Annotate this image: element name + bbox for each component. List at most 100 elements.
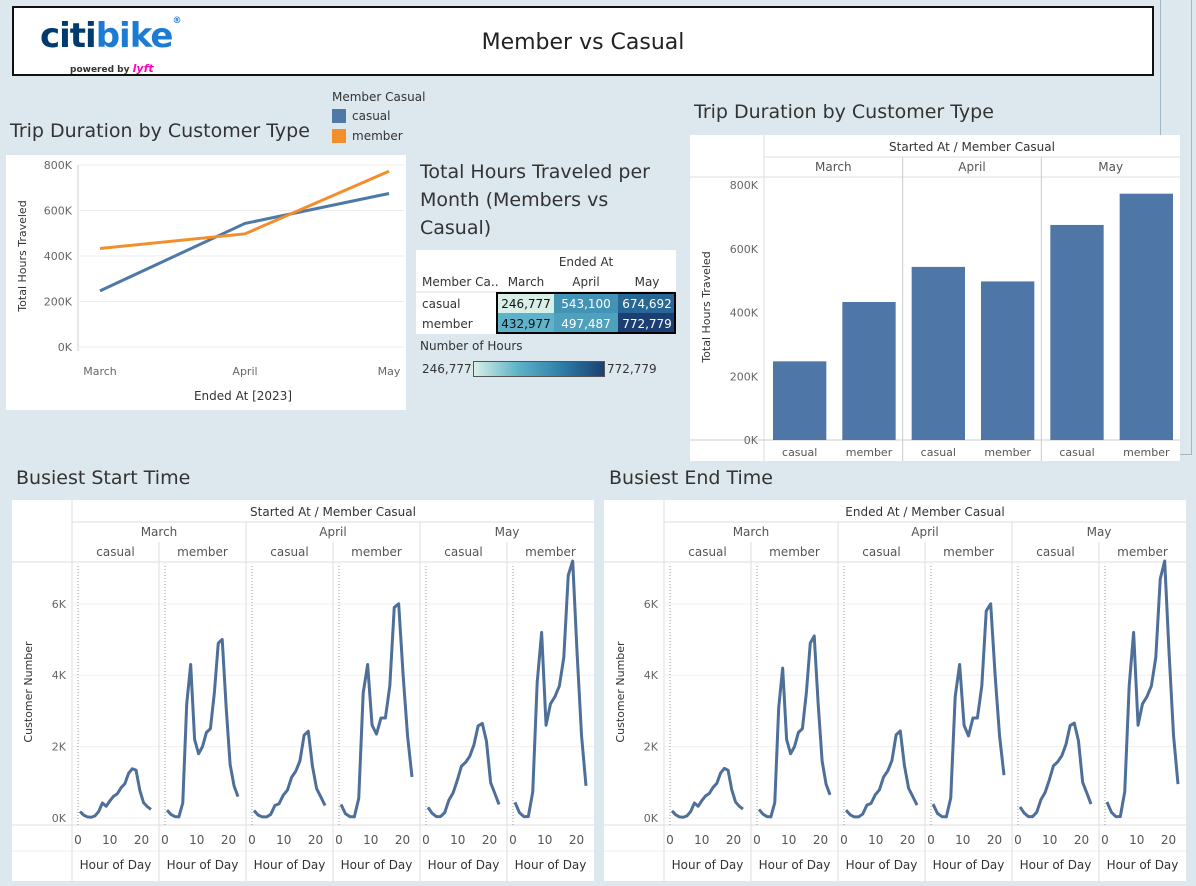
y-tick-label: 6K (644, 598, 659, 611)
x-tick-label: 20 (987, 833, 1002, 847)
x-axis-title: Hour of Day (933, 858, 1005, 872)
dashboard-title: Member vs Casual (481, 30, 685, 55)
category-label: member (984, 446, 1031, 459)
month-label: April (911, 525, 938, 539)
heat-row-label: casual (422, 297, 461, 311)
x-tick-label: 20 (308, 833, 323, 847)
x-tick-label: 20 (569, 833, 584, 847)
series-line-March-casual (78, 767, 152, 819)
dashboard-header: citibike® powered by lyft Member vs Casu… (12, 6, 1154, 76)
heat-column-header: Ended At (559, 255, 614, 269)
panel-type-label: casual (862, 545, 901, 559)
panel-type-label: member (177, 545, 228, 559)
start-time-chart[interactable]: Started At / Member Casual 0K 2K 4K 6K Custom… (12, 500, 594, 881)
y-tick-label: 4K (644, 669, 659, 682)
series-line-May-casual (1018, 721, 1093, 819)
powered-by-label: powered by (70, 65, 130, 75)
group-label: May (1098, 160, 1123, 174)
series-line-casual (99, 192, 390, 293)
category-label: member (1123, 446, 1170, 459)
panel-type-label: member (351, 545, 402, 559)
heatmap-table[interactable]: Ended At Member Ca.. March April May casual 24… (416, 250, 676, 334)
x-tick-label: 20 (482, 833, 497, 847)
heat-row-header: Member Ca.. (422, 275, 499, 289)
y-tick-label: 600K (44, 205, 73, 218)
y-tick-label: 6K (52, 598, 67, 611)
line-chart[interactable]: 0K 200K 400K 600K 800K March April May Ended At … (6, 155, 406, 410)
bar-chart-panel: Started At / Member Casual 0K 200K 400K 600K… (690, 135, 1180, 461)
x-tick-label: 10 (694, 833, 709, 847)
x-axis-title: Hour of Day (1020, 858, 1092, 872)
panel-type-label: member (769, 545, 820, 559)
y-axis-title: Customer Number (614, 641, 627, 743)
heat-cell-label: 772,779 (622, 317, 672, 331)
series-line-April-member (931, 602, 1006, 819)
legend-label-casual: casual (352, 109, 391, 123)
x-tick-label: May (378, 365, 401, 378)
y-tick-label: 800K (44, 159, 73, 172)
x-tick-label: 10 (1042, 833, 1057, 847)
x-tick-label: 20 (221, 833, 236, 847)
heat-scale-bar (473, 361, 605, 377)
x-tick-label: 10 (1129, 833, 1144, 847)
lyft-logo: lyft (132, 62, 154, 75)
x-axis-title: Hour of Day (428, 858, 500, 872)
y-axis-title: Customer Number (22, 641, 35, 743)
x-axis-title: Hour of Day (80, 858, 152, 872)
series-line-May-member (1105, 559, 1180, 819)
x-tick-label: 0 (509, 833, 517, 847)
x-axis-title: Hour of Day (167, 858, 239, 872)
category-label: casual (782, 446, 817, 459)
line-chart-panel: 0K 200K 400K 600K 800K March April May Ended At … (6, 155, 406, 410)
category-label: member (846, 446, 893, 459)
month-label: May (495, 525, 520, 539)
panel-type-label: member (525, 545, 576, 559)
start-chart-title: Busiest Start Time (16, 467, 191, 489)
end-chart-panel: Ended At / Member Casual 0K 2K 4K 6K Customer… (604, 500, 1186, 881)
y-tick-label: 600K (730, 243, 759, 256)
heat-cell-label: 497,487 (561, 317, 611, 331)
y-tick-label: 800K (730, 179, 759, 192)
series-line-April-casual (844, 729, 919, 819)
bar-April-member (981, 281, 1035, 440)
group-label: March (815, 160, 852, 174)
heat-column-label: April (572, 275, 599, 289)
logo-reg: ® (172, 16, 181, 26)
category-label: casual (921, 446, 956, 459)
heat-row-label: member (422, 317, 473, 331)
casual-swatch (332, 109, 346, 123)
x-tick-label: 0 (1101, 833, 1109, 847)
x-tick-label: 10 (868, 833, 883, 847)
y-tick-label: 200K (730, 370, 759, 383)
x-tick-label: 0 (422, 833, 430, 847)
month-label: March (141, 525, 178, 539)
month-label: April (319, 525, 346, 539)
heat-scale-title: Number of Hours (420, 339, 523, 353)
x-tick-label: 0 (161, 833, 169, 847)
x-tick-label: 0 (74, 833, 82, 847)
legend-item-member[interactable]: member (332, 126, 425, 146)
end-time-chart[interactable]: Ended At / Member Casual 0K 2K 4K 6K Customer… (604, 500, 1186, 881)
bar-May-member (1119, 193, 1173, 440)
y-tick-label: 0K (744, 434, 759, 447)
legend-item-casual[interactable]: casual (332, 106, 425, 126)
series-line-May-member (513, 559, 588, 819)
color-legend[interactable]: Member Casual casual member (332, 90, 425, 146)
bar-header: Started At / Member Casual (889, 140, 1055, 154)
panel-type-label: casual (444, 545, 483, 559)
legend-label-member: member (352, 129, 403, 143)
bar-chart[interactable]: Started At / Member Casual 0K 200K 400K 600K… (690, 135, 1180, 461)
y-axis-title: Total Hours Traveled (16, 200, 29, 312)
heat-scale-max: 772,779 (607, 362, 657, 376)
heat-cell-label: 432,977 (501, 317, 551, 331)
heat-cell-label: 674,692 (622, 297, 672, 311)
x-axis-title: Hour of Day (515, 858, 587, 872)
series-line-May-casual (426, 721, 501, 819)
x-tick-label: 20 (1074, 833, 1089, 847)
x-axis-title: Hour of Day (759, 858, 831, 872)
x-tick-label: March (83, 365, 117, 378)
member-swatch (332, 129, 346, 143)
panel-type-label: casual (96, 545, 135, 559)
heat-column-label: March (508, 275, 545, 289)
panel-type-label: member (943, 545, 994, 559)
